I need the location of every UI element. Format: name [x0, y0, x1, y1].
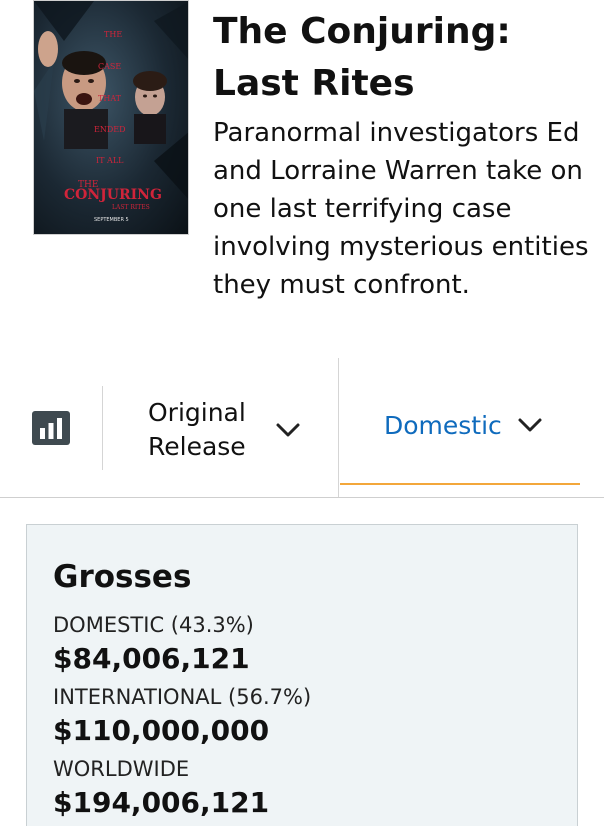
domestic-gross-value: $84,006,121 [53, 642, 250, 675]
domestic-gross-label: DOMESTIC (43.3%) [53, 613, 254, 637]
movie-title: The Conjuring: Last Rites [213, 11, 511, 104]
poster-tagline-5: IT ALL [96, 156, 124, 165]
tab-divider [102, 386, 103, 470]
worldwide-gross-label: WORLDWIDE [53, 757, 190, 781]
poster-tagline-3: THAT [98, 94, 122, 103]
grosses-card: Grosses DOMESTIC (43.3%) $84,006,121 INT… [26, 524, 578, 826]
tab-domestic[interactable]: Domestic [340, 358, 580, 485]
poster-tagline-1: THE [104, 30, 122, 39]
poster-release-line: SEPTEMBER 5 [94, 217, 129, 223]
movie-synopsis: Paranormal investigators Ed and Lorraine… [213, 118, 589, 300]
poster-tagline-4: ENDED [94, 125, 126, 134]
poster-logo-line3: LAST RITES [112, 204, 150, 211]
release-select[interactable]: Original Release [110, 378, 332, 478]
chevron-down-icon [276, 423, 300, 437]
international-gross-value: $110,000,000 [53, 714, 270, 747]
poster-tagline-2: CASE [98, 62, 121, 71]
poster-logo-line2: CONJURING [64, 187, 162, 203]
poster-art: THE CASE THAT ENDED IT ALL THE CONJURING… [34, 1, 188, 223]
chevron-down-icon [518, 418, 542, 432]
movie-poster: THE CASE THAT ENDED IT ALL THE CONJURING… [33, 0, 189, 235]
tab-domestic-label: Domestic [384, 411, 502, 440]
active-tab-indicator [340, 483, 580, 485]
tabs-divider [0, 497, 604, 498]
bar-chart-icon[interactable] [32, 411, 70, 445]
worldwide-gross-value: $194,006,121 [53, 786, 270, 819]
release-select-label: Original Release [148, 398, 246, 461]
international-gross-label: INTERNATIONAL (56.7%) [53, 685, 312, 709]
bar-chart-icon-svg [32, 411, 70, 445]
tab-divider [338, 358, 339, 498]
grosses-title: Grosses [53, 559, 192, 595]
gross-view-tabs: Original Release Domestic [0, 358, 604, 498]
